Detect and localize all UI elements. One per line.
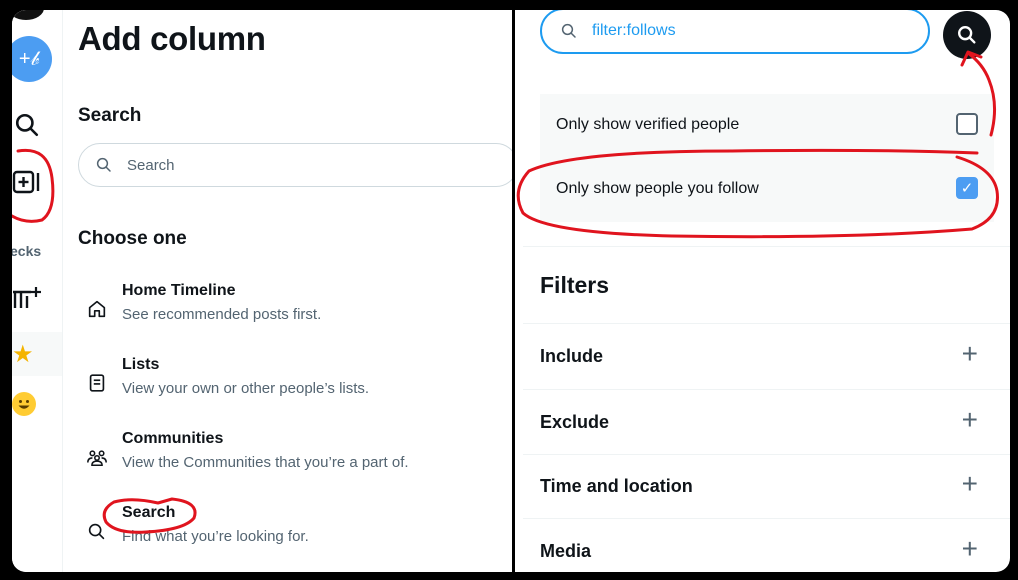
compose-button[interactable]: +𝒷 xyxy=(12,36,52,82)
option-lists[interactable]: Lists View your own or other people’s li… xyxy=(78,356,498,416)
filter-label: Time and location xyxy=(540,476,693,496)
people-you-follow-checkbox[interactable]: ✓ xyxy=(956,177,978,199)
option-title: Lists xyxy=(122,356,160,373)
filter-label: Media xyxy=(540,541,592,561)
avatar[interactable] xyxy=(12,10,44,20)
column-search-input[interactable] xyxy=(125,155,489,175)
option-description: See recommended posts first. xyxy=(122,306,322,323)
option-search[interactable]: Search Find what you’re looking for. xyxy=(78,504,498,564)
plus-icon[interactable]: + xyxy=(962,533,978,565)
option-communities[interactable]: Communities View the Communities that yo… xyxy=(78,430,498,490)
starred-deck-item[interactable]: ★ xyxy=(12,332,62,376)
add-column-icon[interactable] xyxy=(12,168,42,198)
plus-icon[interactable]: + xyxy=(962,338,978,370)
option-title: Communities xyxy=(122,430,224,447)
option-description: Find what you’re looking for. xyxy=(122,528,309,545)
checkbox-label: Only show verified people xyxy=(556,116,740,133)
option-description: View the Communities that you’re a part … xyxy=(122,454,409,471)
list-icon xyxy=(89,374,105,392)
checkmark-icon: ✓ xyxy=(960,180,974,197)
new-deck-icon[interactable] xyxy=(12,284,42,314)
filter-label: Include xyxy=(540,346,604,366)
search-icon xyxy=(96,157,111,172)
explore-search-icon[interactable] xyxy=(12,110,42,140)
option-description: View your own or other people’s lists. xyxy=(122,380,370,397)
filter-include-row[interactable]: Include + xyxy=(523,324,1010,388)
divider xyxy=(523,246,1010,247)
people-filter-options: Only show verified people Only show peop… xyxy=(540,94,994,222)
filter-time-location-row[interactable]: Time and location + xyxy=(523,454,1010,518)
option-title: Home Timeline xyxy=(122,282,236,299)
search-column-settings-panel: Only show verified people Only show peop… xyxy=(515,10,1010,572)
filters-title: Filters xyxy=(540,272,610,298)
filter-media-row[interactable]: Media + xyxy=(523,519,1010,572)
search-section-title: Search xyxy=(78,105,142,126)
search-icon xyxy=(88,523,105,540)
search-icon xyxy=(958,26,976,44)
smiley-deck-icon[interactable] xyxy=(12,392,36,416)
page-title: Add column xyxy=(78,20,266,57)
checkbox-label: Only show people you follow xyxy=(556,180,759,197)
home-icon xyxy=(88,300,106,318)
column-search-box[interactable] xyxy=(78,143,512,187)
star-icon: ★ xyxy=(12,340,34,368)
choose-one-title: Choose one xyxy=(78,228,187,249)
option-title: Search xyxy=(122,504,176,521)
feather-plus-icon: +𝒷 xyxy=(18,47,40,70)
plus-icon[interactable]: + xyxy=(962,468,978,500)
verified-people-checkbox[interactable] xyxy=(956,113,978,135)
add-column-panel: +𝒷 ecks ★ Add column Search Search Choos… xyxy=(12,10,512,572)
left-rail: +𝒷 ecks ★ xyxy=(12,10,63,572)
plus-icon[interactable]: + xyxy=(962,404,978,436)
people-you-follow-row[interactable]: Only show people you follow ✓ xyxy=(540,158,994,222)
filter-exclude-row[interactable]: Exclude + xyxy=(523,390,1010,454)
communities-icon xyxy=(87,450,107,467)
search-submit-button[interactable] xyxy=(943,11,991,59)
verified-people-row[interactable]: Only show verified people xyxy=(540,94,994,158)
search-icon xyxy=(561,23,576,38)
option-home-timeline[interactable]: Home Timeline See recommended posts firs… xyxy=(78,282,498,342)
filter-search-input[interactable] xyxy=(590,21,894,41)
filter-label: Exclude xyxy=(540,412,610,432)
decks-label: ecks xyxy=(12,243,42,259)
filter-search-box[interactable] xyxy=(540,10,930,54)
screenshot-frame: +𝒷 ecks ★ Add column Search Search Choos… xyxy=(12,10,1010,572)
